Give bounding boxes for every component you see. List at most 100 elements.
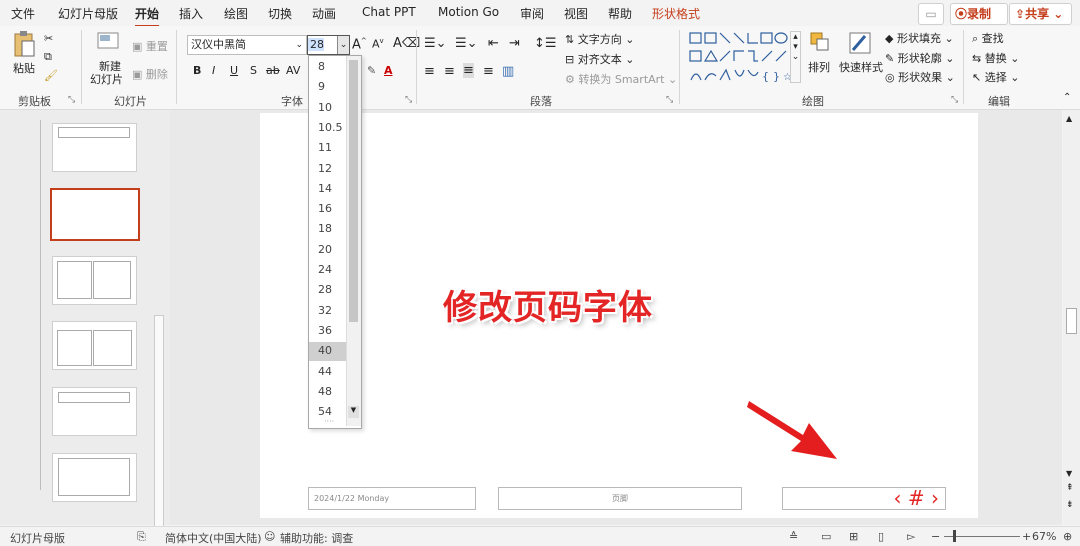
- next-slide-icon[interactable]: ⇟: [1066, 500, 1074, 510]
- tab-shape-format[interactable]: 形状格式: [652, 5, 700, 22]
- line-spacing-icon[interactable]: ↕☰: [534, 36, 557, 51]
- slide-thumbnail[interactable]: [52, 453, 137, 502]
- align-right-icon[interactable]: ≡: [463, 63, 474, 78]
- cut-icon[interactable]: ✂: [44, 32, 53, 45]
- tab-animations[interactable]: 动画: [312, 5, 336, 22]
- dropdown-scroll-thumb[interactable]: [349, 60, 358, 322]
- align-left-icon[interactable]: ≡: [424, 64, 435, 79]
- share-button[interactable]: ⇪共享 ⌄: [1009, 3, 1072, 25]
- paste-label[interactable]: 粘贴: [13, 60, 35, 76]
- arrange-button[interactable]: 排列: [808, 59, 830, 75]
- reset-button[interactable]: ▣ 重置: [132, 38, 168, 54]
- tab-review[interactable]: 审阅: [520, 5, 544, 22]
- shapes-gallery[interactable]: { } ☆: [688, 30, 792, 86]
- reading-view-icon[interactable]: ▯: [878, 530, 884, 543]
- previous-slide-icon[interactable]: ⇞: [1066, 483, 1074, 493]
- slide-thumbnail[interactable]: [52, 387, 137, 436]
- shapes-scroll[interactable]: ▴ ▾ ⌄: [790, 31, 801, 83]
- slide-number-placeholder[interactable]: ‹ # ›: [782, 487, 946, 510]
- language-status[interactable]: 简体中文(中国大陆): [165, 530, 262, 546]
- scroll-down-icon[interactable]: ▼: [348, 406, 359, 418]
- slide-thumbnail[interactable]: [52, 256, 137, 305]
- font-size-option[interactable]: 36: [318, 324, 332, 337]
- tab-slide-master[interactable]: 幻灯片母版: [58, 5, 118, 22]
- tab-chatppt[interactable]: Chat PPT: [362, 5, 416, 19]
- font-size-select[interactable]: 28 ⌄: [307, 35, 350, 55]
- spellcheck-icon[interactable]: ⎘: [137, 530, 146, 544]
- panel-scrollbar[interactable]: [154, 315, 164, 527]
- slide-thumbnail[interactable]: [52, 123, 137, 172]
- drawing-launcher-icon[interactable]: ⤡: [951, 95, 958, 105]
- new-slide-icon[interactable]: [96, 30, 120, 54]
- shape-effects-button[interactable]: ◎ 形状效果 ⌄: [885, 69, 955, 85]
- select-button[interactable]: ↖ 选择 ⌄: [972, 69, 1019, 85]
- font-size-option[interactable]: 16: [318, 202, 332, 215]
- justify-icon[interactable]: ≡: [483, 64, 494, 79]
- numbering-icon[interactable]: ☰⌄: [455, 36, 478, 51]
- font-size-option[interactable]: 14: [318, 182, 332, 195]
- scroll-up-icon[interactable]: ▲: [1066, 114, 1072, 123]
- format-painter-icon[interactable]: 🖌: [44, 69, 58, 82]
- increase-indent-icon[interactable]: ⇥: [509, 36, 520, 51]
- accessibility-icon[interactable]: ☺: [264, 530, 275, 543]
- paragraph-launcher-icon[interactable]: ⤡: [666, 95, 673, 105]
- chevron-down-icon[interactable]: ⌄: [337, 36, 349, 54]
- char-spacing-button[interactable]: AV: [286, 64, 300, 77]
- tab-help[interactable]: 帮助: [608, 5, 632, 22]
- font-size-option[interactable]: 18: [318, 222, 332, 235]
- grow-font-icon[interactable]: A^: [352, 37, 367, 52]
- font-size-option[interactable]: 11: [318, 141, 332, 154]
- new-slide-label-2[interactable]: 幻灯片: [90, 71, 123, 87]
- font-size-option[interactable]: 44: [318, 365, 332, 378]
- font-size-option[interactable]: 10.5: [318, 121, 343, 134]
- tab-insert[interactable]: 插入: [179, 5, 203, 22]
- font-size-option[interactable]: 32: [318, 304, 332, 317]
- shadow-button[interactable]: S: [250, 64, 257, 77]
- fit-slide-icon[interactable]: ⊕: [1063, 530, 1072, 543]
- zoom-level[interactable]: 67%: [1032, 530, 1056, 543]
- strikethrough-button[interactable]: ab: [266, 64, 280, 77]
- replace-button[interactable]: ⇆ 替换 ⌄: [972, 50, 1019, 66]
- shrink-font-icon[interactable]: Av: [372, 37, 384, 51]
- columns-icon[interactable]: ▥: [502, 64, 514, 79]
- dropdown-scrollbar[interactable]: ▼: [346, 56, 361, 426]
- slideshow-icon[interactable]: ▻: [907, 530, 915, 543]
- slide-thumbnail-selected[interactable]: [50, 188, 140, 241]
- highlight-icon[interactable]: ✎: [367, 64, 376, 77]
- delete-slide-button[interactable]: ▣ 删除: [132, 66, 168, 82]
- scroll-down-icon[interactable]: ▼: [1066, 469, 1072, 478]
- quick-styles-button[interactable]: 快速样式: [839, 59, 883, 75]
- font-color-icon[interactable]: A: [384, 64, 393, 77]
- zoom-out-icon[interactable]: −: [931, 530, 940, 543]
- quick-styles-icon[interactable]: [847, 30, 873, 56]
- tab-file[interactable]: 文件: [11, 5, 35, 22]
- tab-home[interactable]: 开始: [135, 5, 160, 27]
- normal-view-icon[interactable]: ▭: [821, 530, 831, 543]
- tab-motiongo[interactable]: Motion Go: [438, 5, 499, 19]
- zoom-in-icon[interactable]: +: [1022, 530, 1031, 543]
- canvas-scroll-thumb[interactable]: [1066, 308, 1077, 334]
- text-direction-button[interactable]: ⇅ 文字方向 ⌄: [565, 31, 634, 47]
- shape-outline-button[interactable]: ✎ 形状轮廓 ⌄: [885, 50, 954, 66]
- font-launcher-icon[interactable]: ⤡: [405, 95, 412, 105]
- align-text-button[interactable]: ⊟ 对齐文本 ⌄: [565, 51, 634, 67]
- accessibility-status[interactable]: 辅助功能: 调查: [280, 530, 353, 546]
- paste-icon[interactable]: [12, 30, 36, 58]
- tab-transitions[interactable]: 切换: [268, 5, 292, 22]
- resize-grip-icon[interactable]: ····: [324, 417, 334, 426]
- slide-thumbnail[interactable]: [52, 321, 137, 370]
- font-size-option[interactable]: 28: [318, 283, 332, 296]
- italic-button[interactable]: I: [212, 64, 215, 77]
- collapse-ribbon-icon[interactable]: ⌃: [1063, 92, 1071, 103]
- bullets-icon[interactable]: ☰⌄: [424, 36, 447, 51]
- comment-button[interactable]: ▭: [918, 3, 944, 25]
- font-size-option[interactable]: 12: [318, 162, 332, 175]
- underline-button[interactable]: U: [230, 64, 238, 77]
- font-name-select[interactable]: 汉仪中黑简 ⌄: [187, 35, 307, 55]
- align-center-icon[interactable]: ≡: [444, 64, 455, 79]
- canvas-scrollbar[interactable]: ▲ ▼ ⇞ ⇟: [1063, 110, 1080, 525]
- footer-placeholder[interactable]: 页脚: [498, 487, 742, 510]
- font-size-option[interactable]: 20: [318, 243, 332, 256]
- smartart-button[interactable]: ⚙ 转换为 SmartArt ⌄: [565, 71, 677, 87]
- font-size-option[interactable]: 9: [318, 80, 325, 93]
